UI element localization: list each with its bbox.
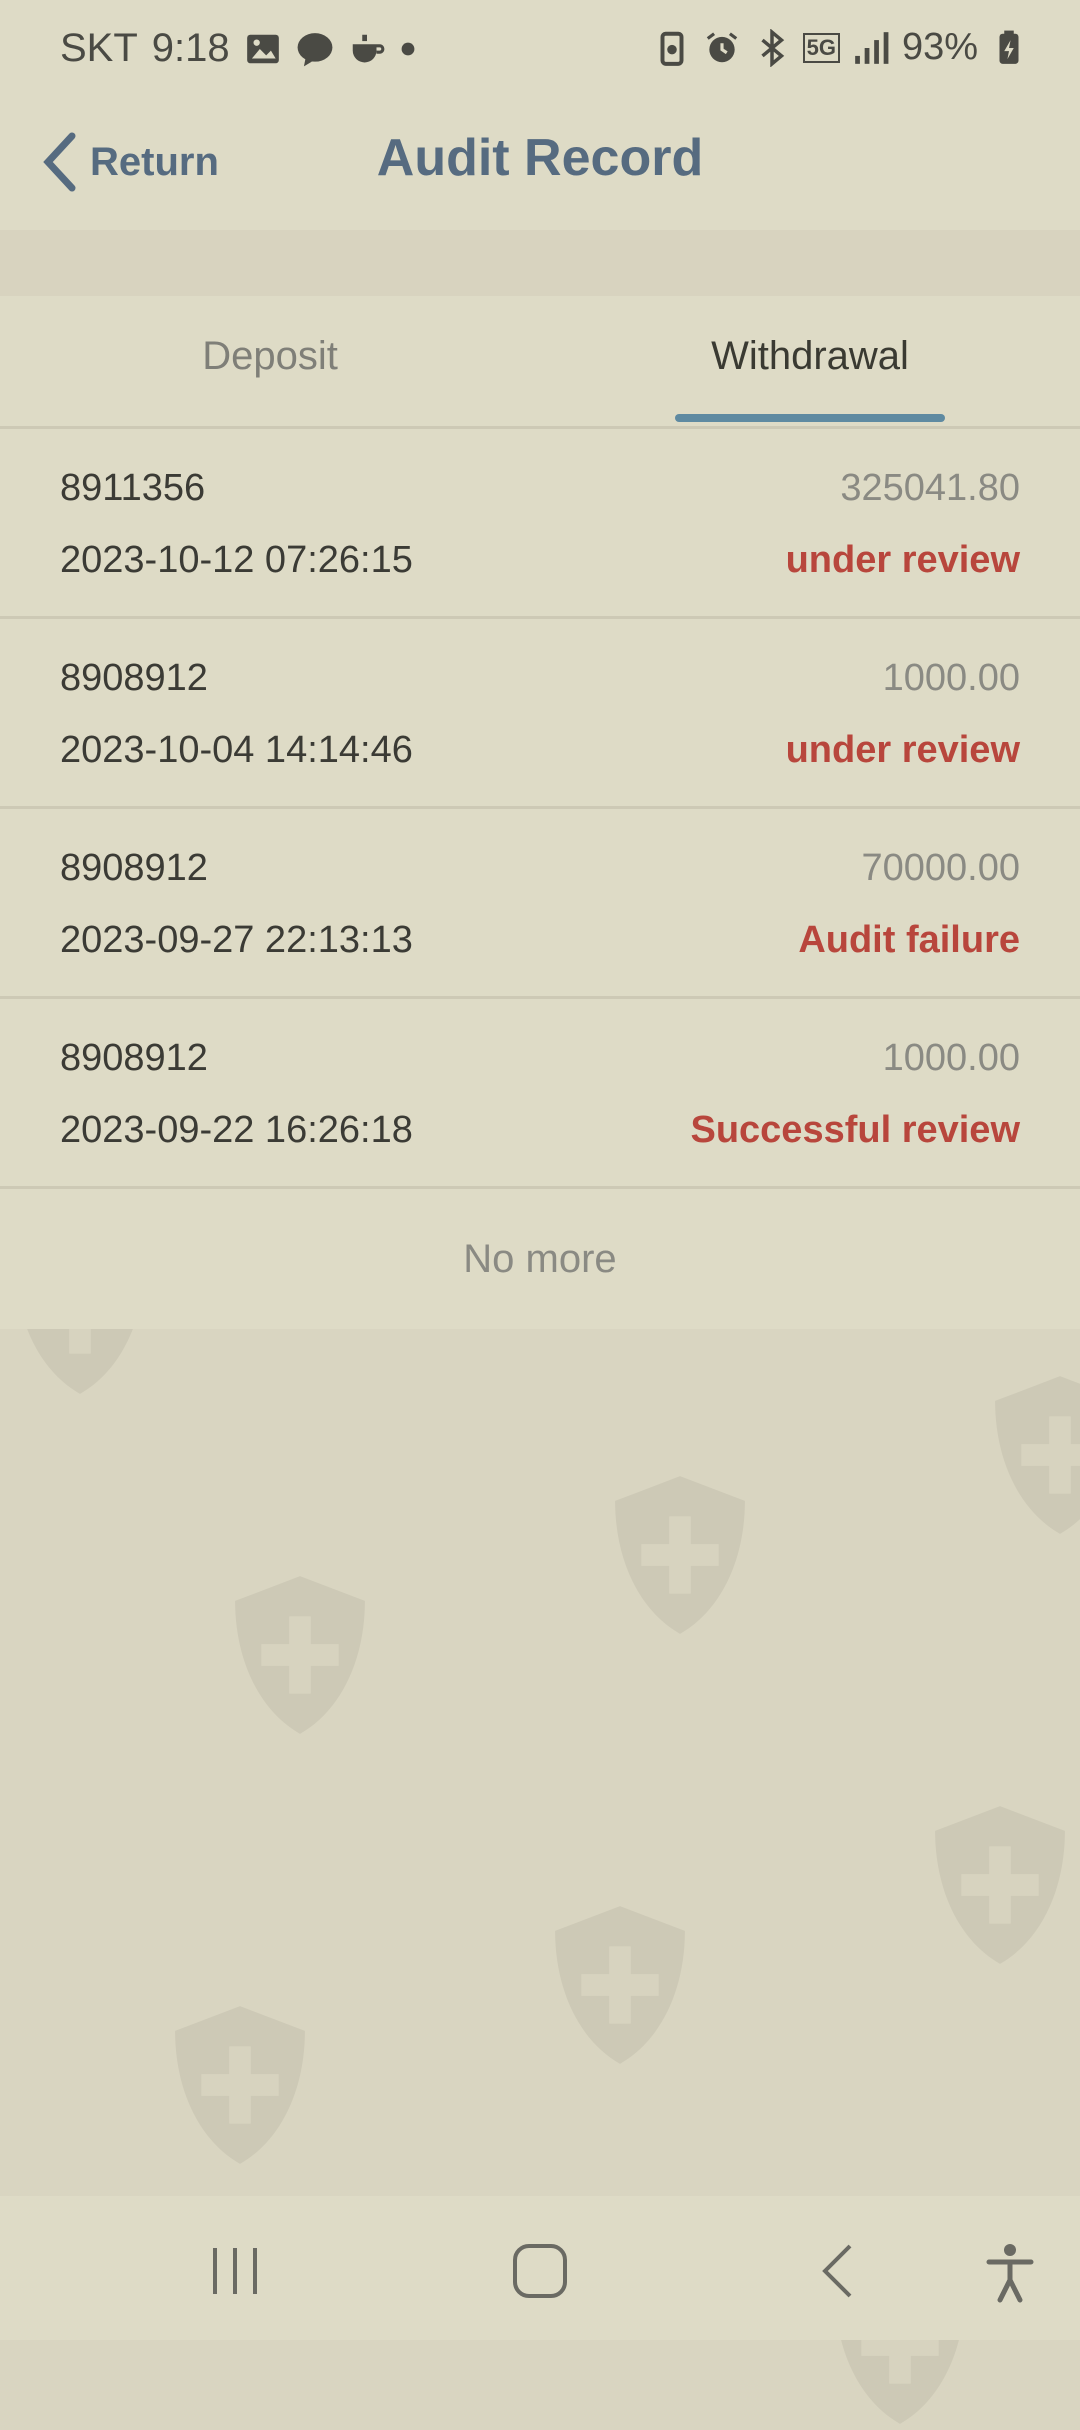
record-status: under review <box>785 539 1020 581</box>
shield-cross-icon <box>555 1906 685 2064</box>
record-time: 2023-10-12 07:26:15 <box>60 539 413 581</box>
tab-deposit[interactable]: Deposit <box>80 334 460 379</box>
carrier-label: SKT <box>60 26 138 70</box>
record-status: Audit failure <box>798 919 1020 961</box>
record-amount: 325041.80 <box>840 467 1020 509</box>
list-item[interactable]: 8908912 70000.00 2023-09-27 22:13:13 Aud… <box>0 809 1080 999</box>
shield-cross-icon <box>995 1376 1080 1534</box>
audit-record-list: 8911356 325041.80 2023-10-12 07:26:15 un… <box>0 429 1080 1329</box>
signal-icon <box>855 31 889 64</box>
record-time: 2023-09-27 22:13:13 <box>60 919 413 961</box>
header-divider <box>0 230 1080 296</box>
record-id: 8911356 <box>60 467 206 509</box>
home-icon[interactable] <box>505 2236 575 2306</box>
shield-cross-icon <box>175 2006 305 2164</box>
record-id: 8908912 <box>60 1037 208 1079</box>
talk-icon <box>297 32 333 66</box>
bluetooth-icon <box>760 28 784 67</box>
app-header: Return Audit Record <box>0 110 1080 230</box>
notification-dot-icon <box>401 42 415 55</box>
page-title: Audit Record <box>376 129 704 187</box>
tab-bar: Deposit Withdrawal <box>0 296 1080 429</box>
battery-icon <box>999 30 1019 64</box>
gallery-icon <box>246 34 279 63</box>
record-time: 2023-10-04 14:14:46 <box>60 729 413 771</box>
clock: 9:18 <box>151 26 230 70</box>
battery-saver-icon <box>660 31 684 66</box>
back-icon[interactable] <box>805 2236 875 2306</box>
network-type: 5G <box>802 32 840 63</box>
shield-cross-icon <box>615 1476 745 1634</box>
record-amount: 1000.00 <box>882 1037 1020 1079</box>
record-amount: 1000.00 <box>882 657 1020 699</box>
accessibility-icon[interactable] <box>975 2236 1045 2306</box>
tab-withdrawal[interactable]: Withdrawal <box>620 334 1000 379</box>
battery-percent: 93% <box>901 26 978 68</box>
status-bar: SKT 9:18 5G 93% <box>0 0 1080 110</box>
recents-icon[interactable] <box>200 2236 270 2306</box>
system-nav-bar <box>0 2196 1080 2340</box>
alarm-icon <box>706 31 737 62</box>
list-item[interactable]: 8908912 1000.00 2023-10-04 14:14:46 unde… <box>0 619 1080 809</box>
record-status: Successful review <box>690 1109 1020 1151</box>
record-amount: 70000.00 <box>861 847 1021 889</box>
record-id: 8908912 <box>60 847 208 889</box>
tab-active-indicator <box>675 414 945 422</box>
record-id: 8908912 <box>60 657 208 699</box>
shield-cross-icon <box>935 1806 1065 1964</box>
list-item[interactable]: 8911356 325041.80 2023-10-12 07:26:15 un… <box>0 429 1080 619</box>
list-end-label: No more <box>463 1237 617 1281</box>
record-status: under review <box>785 729 1020 771</box>
cup-icon <box>352 34 384 62</box>
list-item[interactable]: 8908912 1000.00 2023-09-22 16:26:18 Succ… <box>0 999 1080 1189</box>
shield-cross-icon <box>235 1576 365 1734</box>
record-time: 2023-09-22 16:26:18 <box>60 1109 413 1151</box>
